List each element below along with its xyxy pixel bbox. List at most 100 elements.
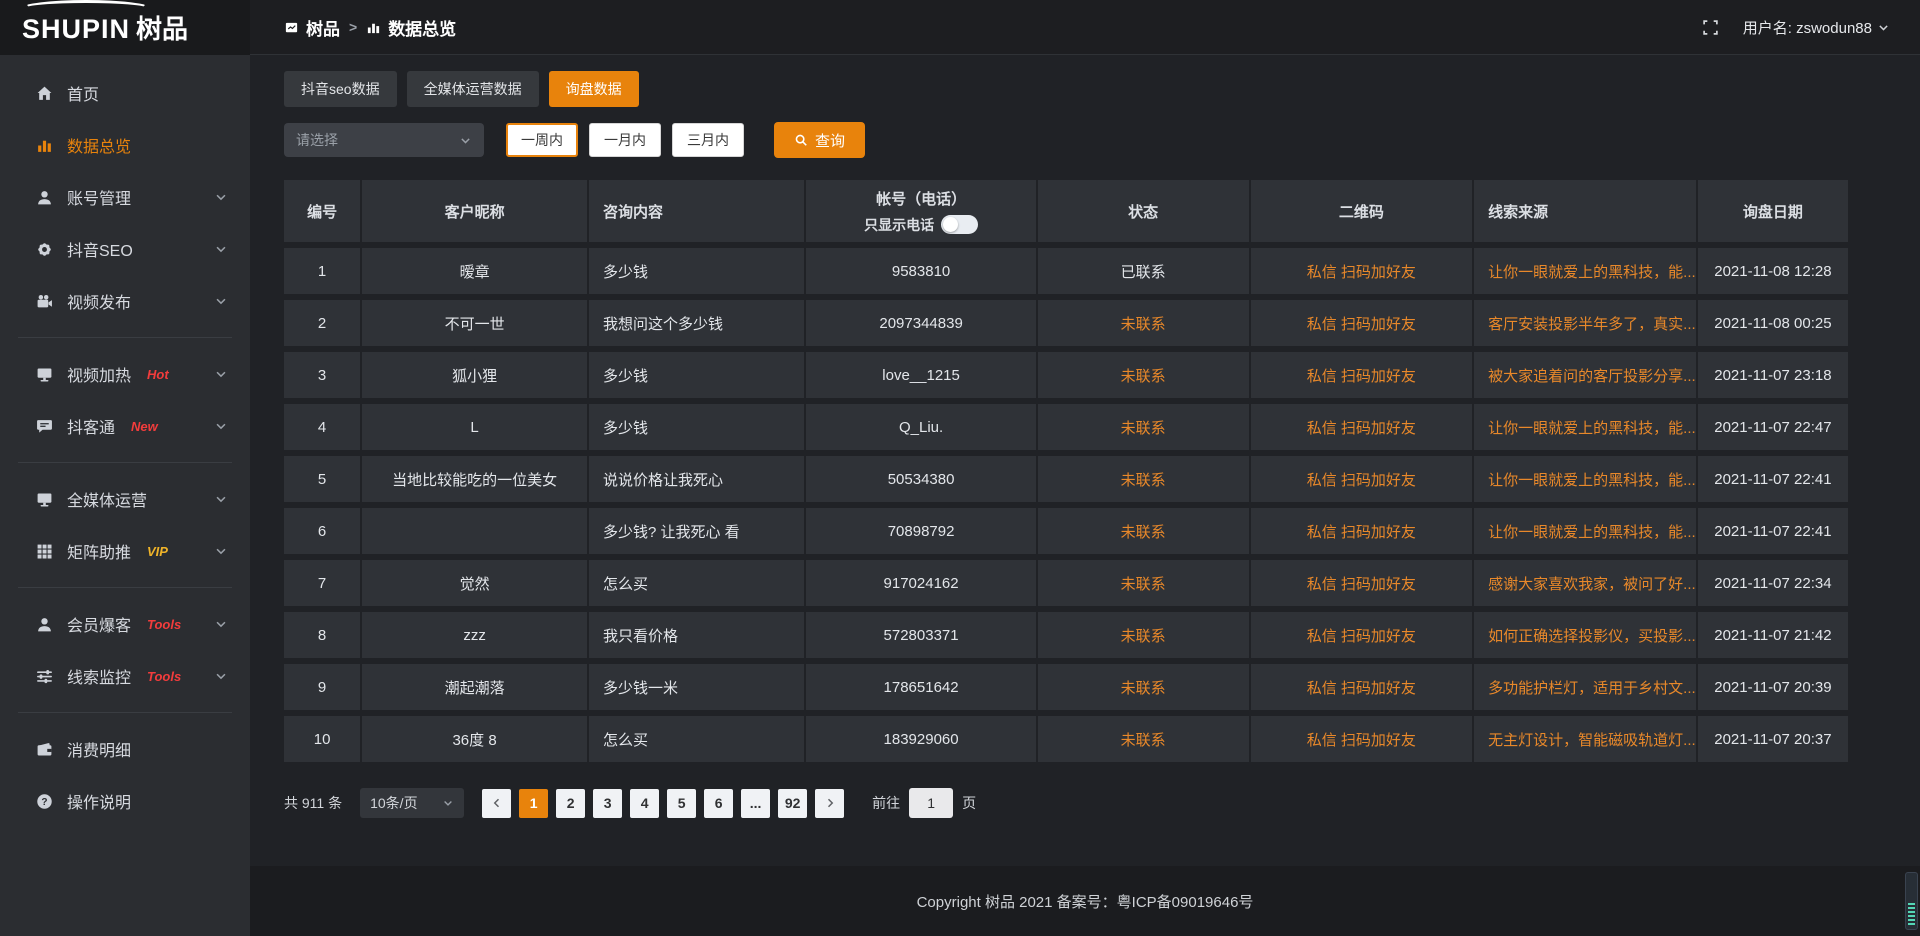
- scan-add-friend-link[interactable]: 扫码加好友: [1341, 628, 1416, 645]
- cell-status: 未联系: [1038, 560, 1251, 606]
- select-placeholder: 请选择: [296, 130, 338, 150]
- page-button-92[interactable]: 92: [778, 789, 807, 818]
- tab-抖音seo数据[interactable]: 抖音seo数据: [284, 71, 397, 107]
- cell-qrcode: 私信 扫码加好友: [1251, 716, 1475, 762]
- chevron-down-icon: [459, 134, 472, 147]
- scan-add-friend-link[interactable]: 扫码加好友: [1341, 524, 1416, 541]
- sidebar-item-视频发布[interactable]: 视频发布: [0, 275, 250, 327]
- query-button[interactable]: 查询: [774, 122, 865, 158]
- breadcrumb-item-current[interactable]: 数据总览: [366, 15, 456, 40]
- cell-content: 说说价格让我死心: [589, 456, 806, 502]
- private-message-link[interactable]: 私信: [1307, 628, 1337, 645]
- scan-add-friend-link[interactable]: 扫码加好友: [1341, 264, 1416, 281]
- sidebar-item-消费明细[interactable]: 消费明细: [0, 723, 250, 775]
- account-select[interactable]: 请选择: [284, 123, 484, 157]
- cell-account: 917024162: [806, 560, 1037, 606]
- scan-add-friend-link[interactable]: 扫码加好友: [1341, 472, 1416, 489]
- sidebar-item-线索监控[interactable]: 线索监控 Tools: [0, 650, 250, 702]
- page-button-1[interactable]: 1: [519, 789, 548, 818]
- goto-suffix-label: 页: [962, 793, 976, 813]
- cell-no: 10: [284, 716, 362, 762]
- private-message-link[interactable]: 私信: [1307, 264, 1337, 281]
- cell-content: 我只看价格: [589, 612, 806, 658]
- header-date: 询盘日期: [1698, 180, 1848, 242]
- breadcrumb-item-home[interactable]: 树品: [284, 15, 340, 40]
- cell-no: 7: [284, 560, 362, 606]
- tab-全媒体运营数据[interactable]: 全媒体运营数据: [407, 71, 539, 107]
- sidebar-item-抖客通[interactable]: 抖客通 New: [0, 400, 250, 452]
- tab-询盘数据[interactable]: 询盘数据: [549, 71, 639, 107]
- next-page-button[interactable]: [815, 789, 844, 818]
- sidebar-item-操作说明[interactable]: ? 操作说明: [0, 775, 250, 827]
- period-button-一月内[interactable]: 一月内: [589, 123, 661, 157]
- app-logo[interactable]: SHUPIN 树品: [0, 0, 250, 55]
- period-button-一周内[interactable]: 一周内: [506, 123, 578, 157]
- phone-only-toggle[interactable]: [941, 215, 978, 234]
- scan-add-friend-link[interactable]: 扫码加好友: [1341, 576, 1416, 593]
- total-count-label: 共 911 条: [284, 793, 342, 813]
- chevron-down-icon: [214, 617, 228, 631]
- fullscreen-icon[interactable]: [1702, 19, 1719, 36]
- private-message-link[interactable]: 私信: [1307, 524, 1337, 541]
- corner-widget[interactable]: [1905, 872, 1918, 930]
- private-message-link[interactable]: 私信: [1307, 368, 1337, 385]
- lead-source-link[interactable]: 客厅安装投影半年多了，真实...: [1488, 316, 1696, 333]
- private-message-link[interactable]: 私信: [1307, 576, 1337, 593]
- scan-add-friend-link[interactable]: 扫码加好友: [1341, 732, 1416, 749]
- lead-source-link[interactable]: 让你一眼就爱上的黑科技，能...: [1488, 420, 1696, 437]
- lead-source-link[interactable]: 让你一眼就爱上的黑科技，能...: [1488, 472, 1696, 489]
- sidebar-item-矩阵助推[interactable]: 矩阵助推 VIP: [0, 525, 250, 577]
- sidebar-item-首页[interactable]: 首页: [0, 67, 250, 119]
- lead-source-link[interactable]: 感谢大家喜欢我家，被问了好...: [1488, 576, 1696, 593]
- lead-source-link[interactable]: 多功能护栏灯，适用于乡村文...: [1488, 680, 1696, 697]
- page-button-4[interactable]: 4: [630, 789, 659, 818]
- sidebar-item-账号管理[interactable]: 账号管理: [0, 171, 250, 223]
- sidebar-item-抖音SEO[interactable]: 抖音SEO: [0, 223, 250, 275]
- page-button-6[interactable]: 6: [704, 789, 733, 818]
- prev-page-button[interactable]: [482, 789, 511, 818]
- sidebar-item-全媒体运营[interactable]: 全媒体运营: [0, 473, 250, 525]
- scan-add-friend-link[interactable]: 扫码加好友: [1341, 368, 1416, 385]
- lead-source-link[interactable]: 无主灯设计，智能磁吸轨道灯...: [1488, 732, 1696, 749]
- private-message-link[interactable]: 私信: [1307, 420, 1337, 437]
- cell-source: 让你一眼就爱上的黑科技，能...: [1474, 508, 1698, 554]
- header-account-title: 帐号（电话）: [806, 188, 1035, 209]
- private-message-link[interactable]: 私信: [1307, 732, 1337, 749]
- page-button-3[interactable]: 3: [593, 789, 622, 818]
- private-message-link[interactable]: 私信: [1307, 680, 1337, 697]
- toggle-knob: [943, 217, 958, 232]
- header-content: 咨询内容: [589, 180, 806, 242]
- page-button-2[interactable]: 2: [556, 789, 585, 818]
- private-message-link[interactable]: 私信: [1307, 472, 1337, 489]
- user-icon: [36, 189, 53, 206]
- page-size-select[interactable]: 10条/页: [360, 788, 464, 818]
- cell-content: 多少钱: [589, 352, 806, 398]
- user-menu[interactable]: 用户名: zswodun88: [1743, 17, 1890, 38]
- cell-status: 未联系: [1038, 664, 1251, 710]
- table-row: 2 不可一世 我想问这个多少钱 2097344839 未联系 私信 扫码加好友 …: [284, 300, 1848, 346]
- scan-add-friend-link[interactable]: 扫码加好友: [1341, 680, 1416, 697]
- cell-nickname: zzz: [362, 612, 589, 658]
- sidebar-item-数据总览[interactable]: 数据总览: [0, 119, 250, 171]
- sidebar-item-视频加热[interactable]: 视频加热 Hot: [0, 348, 250, 400]
- cell-status: 未联系: [1038, 612, 1251, 658]
- cell-no: 3: [284, 352, 362, 398]
- scan-add-friend-link[interactable]: 扫码加好友: [1341, 316, 1416, 333]
- more-pages-button[interactable]: ...: [741, 789, 770, 818]
- question-icon: ?: [36, 793, 53, 810]
- lead-source-link[interactable]: 让你一眼就爱上的黑科技，能...: [1488, 524, 1696, 541]
- widget-stripes-icon: [1908, 903, 1915, 925]
- period-button-三月内[interactable]: 三月内: [672, 123, 744, 157]
- private-message-link[interactable]: 私信: [1307, 316, 1337, 333]
- goto-page-input[interactable]: [909, 788, 953, 818]
- sidebar-item-会员爆客[interactable]: 会员爆客 Tools: [0, 598, 250, 650]
- lead-source-link[interactable]: 如何正确选择投影仪，买投影...: [1488, 628, 1696, 645]
- lead-source-link[interactable]: 让你一眼就爱上的黑科技，能...: [1488, 264, 1696, 281]
- cell-date: 2021-11-07 22:41: [1698, 456, 1848, 502]
- lead-source-link[interactable]: 被大家追着问的客厅投影分享...: [1488, 368, 1696, 385]
- cell-date: 2021-11-07 22:47: [1698, 404, 1848, 450]
- header-no: 编号: [284, 180, 362, 242]
- page-button-5[interactable]: 5: [667, 789, 696, 818]
- table-header-row: 编号 客户昵称 咨询内容 帐号（电话） 只显示电话 状态: [284, 180, 1848, 242]
- scan-add-friend-link[interactable]: 扫码加好友: [1341, 420, 1416, 437]
